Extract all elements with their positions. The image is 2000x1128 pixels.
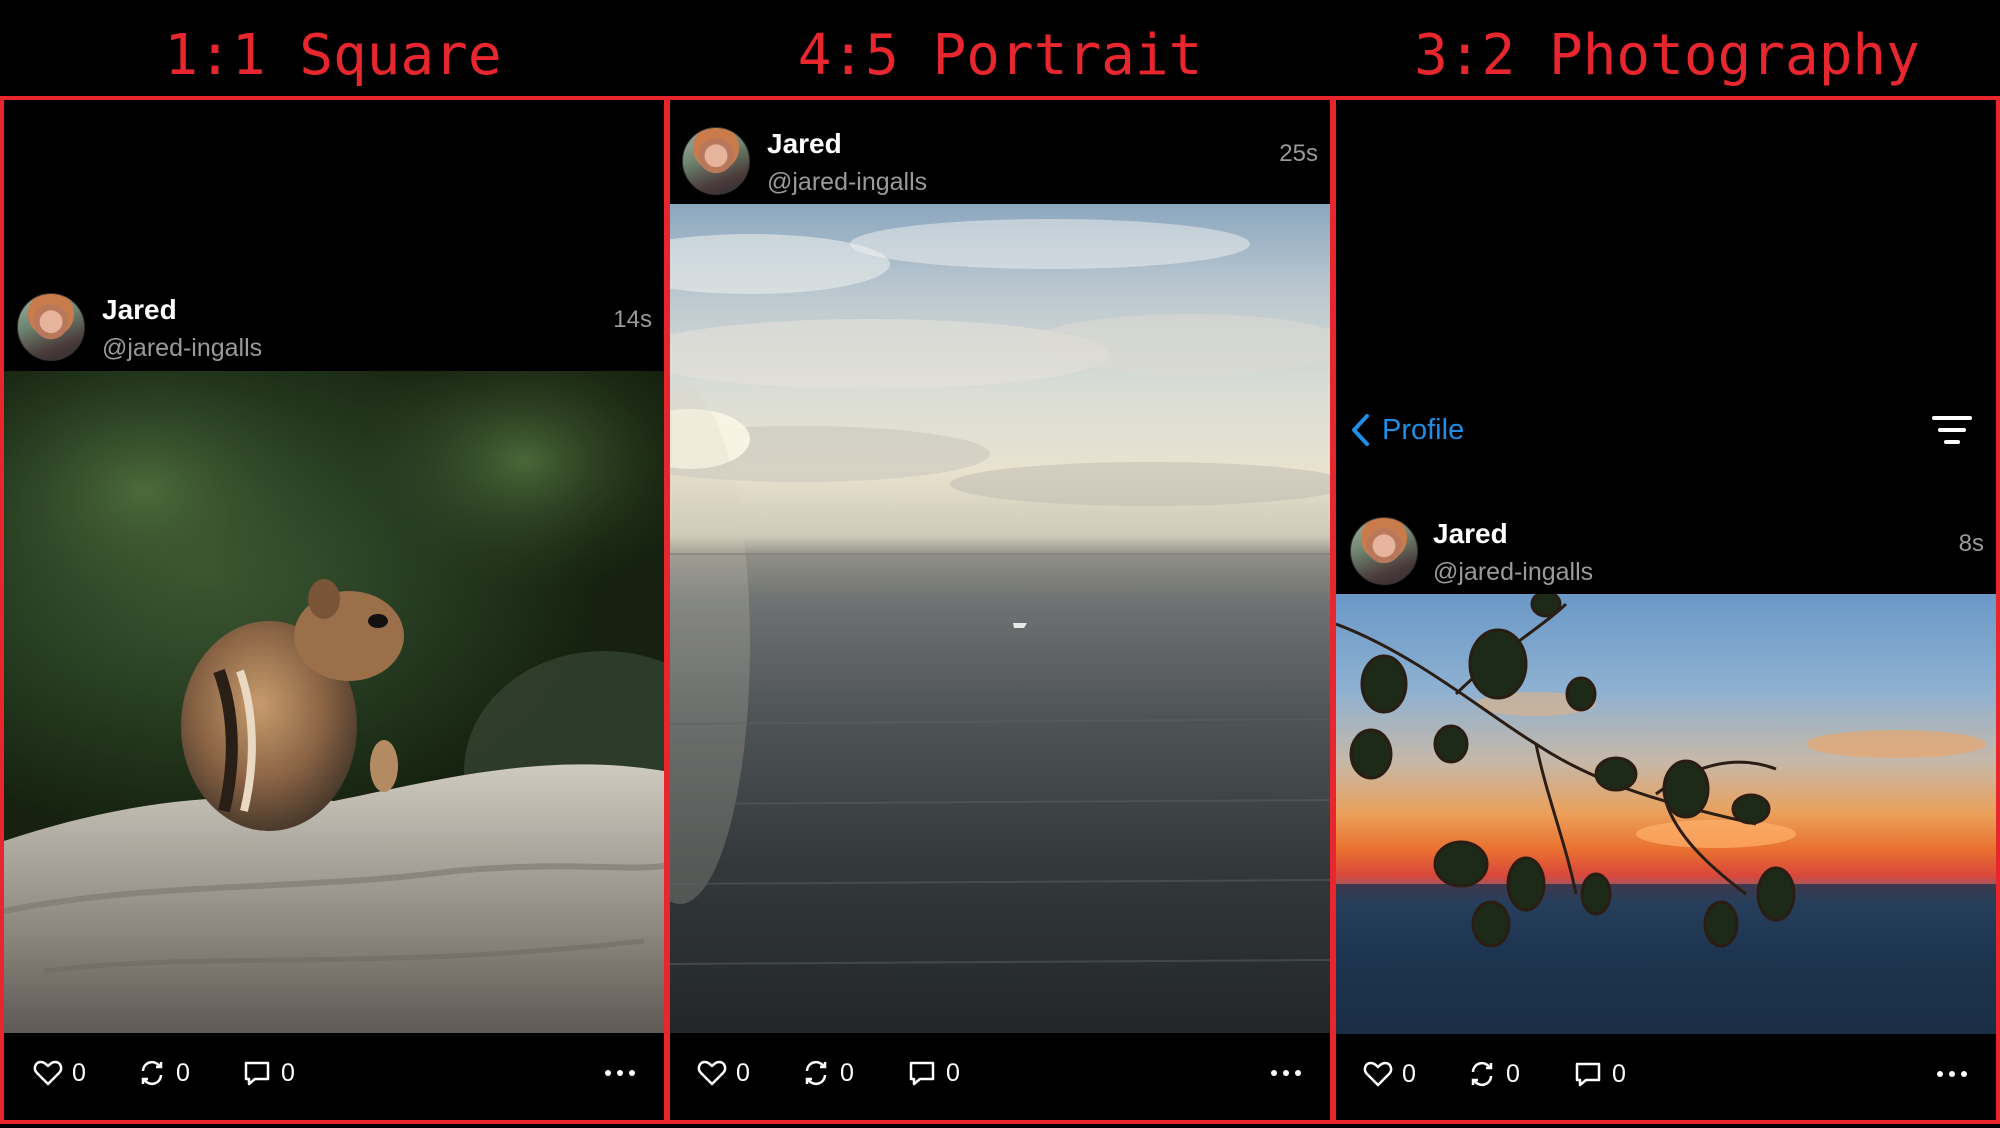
post-photo[interactable] xyxy=(4,371,664,1033)
square-preview-panel: Jared @jared-ingalls 14s 0 0 0 xyxy=(0,96,668,1124)
more-options-button[interactable] xyxy=(1266,1053,1306,1093)
avatar[interactable] xyxy=(1350,517,1418,585)
heart-icon xyxy=(33,1060,63,1086)
heading-portrait: 4:5 Portrait xyxy=(797,23,1203,88)
like-button[interactable]: 0 xyxy=(1362,1054,1416,1094)
portrait-preview-panel: Jared @jared-ingalls 25s 0 0 0 xyxy=(666,96,1334,1124)
post-timestamp: 8s xyxy=(1958,530,1984,557)
filter-button[interactable] xyxy=(1932,410,1972,450)
repost-button[interactable]: 0 xyxy=(136,1053,190,1093)
repost-button[interactable]: 0 xyxy=(1466,1054,1520,1094)
chipmunk-photo xyxy=(4,371,664,1033)
sunset-photo xyxy=(1336,594,1996,1034)
repost-button[interactable]: 0 xyxy=(800,1053,854,1093)
comment-icon xyxy=(1575,1062,1601,1087)
repost-icon xyxy=(1471,1061,1493,1087)
like-count: 0 xyxy=(1402,1059,1416,1088)
author-name[interactable]: Jared xyxy=(767,128,842,160)
post-actions: 0 0 0 xyxy=(670,1033,1330,1113)
ellipsis-icon xyxy=(605,1070,635,1076)
comment-count: 0 xyxy=(1612,1059,1626,1088)
chevron-left-icon xyxy=(1352,414,1369,446)
heart-icon xyxy=(697,1060,727,1086)
back-button[interactable]: Profile xyxy=(1350,410,1464,450)
comment-button[interactable]: 0 xyxy=(241,1053,295,1093)
like-count: 0 xyxy=(736,1058,750,1087)
post-photo[interactable] xyxy=(1336,594,1996,1034)
back-label: Profile xyxy=(1382,413,1465,446)
author-handle[interactable]: @jared-ingalls xyxy=(1433,558,1593,587)
repost-count: 0 xyxy=(176,1058,190,1087)
comment-icon xyxy=(244,1061,270,1086)
post-timestamp: 25s xyxy=(1279,140,1318,167)
repost-icon xyxy=(141,1060,163,1086)
author-handle[interactable]: @jared-ingalls xyxy=(767,168,927,197)
heading-square: 1:1 Square xyxy=(164,23,502,88)
ellipsis-icon xyxy=(1937,1071,1967,1077)
like-button[interactable]: 0 xyxy=(696,1053,750,1093)
avatar[interactable] xyxy=(17,293,85,361)
post-header: Jared @jared-ingalls 8s xyxy=(1336,506,1996,596)
author-name[interactable]: Jared xyxy=(102,294,177,326)
heart-icon xyxy=(1363,1061,1393,1087)
photography-preview-panel: Profile Jared @jared-ingalls 8s 0 0 0 xyxy=(1332,96,2000,1124)
sea-photo xyxy=(670,219,1330,965)
nav-bar: Profile xyxy=(1336,400,1996,460)
more-options-button[interactable] xyxy=(600,1053,640,1093)
comment-button[interactable]: 0 xyxy=(906,1053,960,1093)
avatar[interactable] xyxy=(682,127,750,195)
repost-count: 0 xyxy=(840,1058,854,1087)
comment-count: 0 xyxy=(946,1058,960,1087)
post-photo[interactable] xyxy=(670,204,1330,1033)
post-header: Jared @jared-ingalls 14s xyxy=(4,282,664,372)
like-count: 0 xyxy=(72,1058,86,1087)
author-handle[interactable]: @jared-ingalls xyxy=(102,334,262,363)
filter-lines-icon xyxy=(1932,416,1972,444)
comment-count: 0 xyxy=(281,1058,295,1087)
ellipsis-icon xyxy=(1271,1070,1301,1076)
repost-count: 0 xyxy=(1506,1059,1520,1088)
post-actions: 0 0 0 xyxy=(4,1033,664,1113)
comment-button[interactable]: 0 xyxy=(1572,1054,1626,1094)
comment-icon xyxy=(909,1061,935,1086)
post-header: Jared @jared-ingalls 25s xyxy=(670,116,1330,206)
post-actions: 0 0 0 xyxy=(1336,1034,1996,1114)
post-timestamp: 14s xyxy=(613,306,652,333)
heading-photography: 3:2 Photography xyxy=(1414,23,1920,88)
more-options-button[interactable] xyxy=(1932,1054,1972,1094)
author-name[interactable]: Jared xyxy=(1433,518,1508,550)
like-button[interactable]: 0 xyxy=(32,1053,86,1093)
repost-icon xyxy=(805,1060,827,1086)
